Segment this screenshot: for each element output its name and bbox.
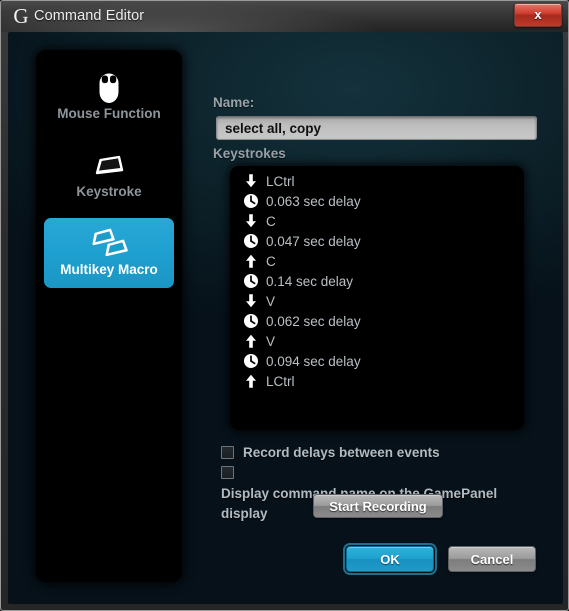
close-window-button[interactable]: x [514,3,562,27]
keystrokes-list[interactable]: LCtrl 0.063 sec delay C 0.047 sec delay C 0.1… [230,166,524,430]
keystroke-row[interactable]: C [230,212,524,232]
checkbox-box[interactable] [221,466,234,480]
keystroke-row-label: 0.047 sec delay [266,234,361,249]
sidebar-item-label: Keystroke [76,184,142,199]
keystroke-row-label: C [266,214,276,229]
keystroke-row[interactable]: V [230,332,524,352]
keystroke-row-label: 0.14 sec delay [266,274,354,289]
command-type-sidebar: Mouse Function Keystroke Multikey Macro [36,50,182,582]
keystroke-row[interactable]: 0.062 sec delay [230,312,524,332]
clock-icon [242,272,260,290]
sidebar-item-label: Multikey Macro [60,262,158,277]
multi-keycap-icon [44,225,174,261]
checkbox-display-command-name[interactable]: Display command name on the GamePanel di… [221,464,537,521]
command-editor-window: G Command Editor x Mouse Function Keystr… [0,0,569,611]
keystroke-row-label: C [266,254,276,269]
keystroke-row-label: 0.062 sec delay [266,314,361,329]
close-icon: x [534,7,542,22]
keycap-icon [44,147,174,183]
keystrokes-label: Keystrokes [213,146,286,161]
keystroke-row[interactable]: C [230,252,524,272]
checkbox-record-delays[interactable]: Record delays between events [221,443,440,463]
keystroke-row[interactable]: 0.047 sec delay [230,232,524,252]
keystroke-row[interactable]: LCtrl [230,372,524,392]
clock-icon [242,232,260,250]
keystroke-row-label: 0.063 sec delay [266,194,361,209]
keystroke-row[interactable]: LCtrl [230,172,524,192]
cancel-button[interactable]: Cancel [448,546,536,572]
logitech-g-logo-icon: G [13,4,29,28]
keystroke-row[interactable]: 0.063 sec delay [230,192,524,212]
keystroke-row-label: V [266,294,276,309]
mouse-icon [44,69,174,105]
key-down-arrow-icon [242,212,260,230]
keystroke-row-label: LCtrl [266,174,295,189]
sidebar-item-multikey-macro[interactable]: Multikey Macro [44,218,174,288]
sidebar-item-label: Mouse Function [57,106,161,121]
title-bar: G Command Editor x [1,1,568,32]
clock-icon [242,352,260,370]
keystroke-row[interactable]: V [230,292,524,312]
key-down-arrow-icon [242,292,260,310]
key-up-arrow-icon [242,252,260,270]
clock-icon [242,312,260,330]
key-down-arrow-icon [242,172,260,190]
window-title: Command Editor [34,8,145,24]
sidebar-item-keystroke[interactable]: Keystroke [44,140,174,210]
key-up-arrow-icon [242,372,260,390]
keystroke-row-label: V [266,334,276,349]
keystroke-row[interactable]: 0.094 sec delay [230,352,524,372]
command-name-input[interactable] [216,116,537,140]
keystroke-row[interactable]: 0.14 sec delay [230,272,524,292]
sidebar-item-mouse-function[interactable]: Mouse Function [44,62,174,132]
keystroke-row-label: 0.094 sec delay [266,354,361,369]
name-label: Name: [213,95,255,110]
ok-button[interactable]: OK [343,543,437,575]
keystroke-row-label: LCtrl [266,374,295,389]
start-recording-button[interactable]: Start Recording [313,494,443,518]
checkbox-label: Record delays between events [243,445,440,460]
key-up-arrow-icon [242,332,260,350]
dialog-body: Mouse Function Keystroke Multikey Macro … [8,32,563,604]
checkbox-box[interactable] [221,445,234,459]
clock-icon [242,192,260,210]
